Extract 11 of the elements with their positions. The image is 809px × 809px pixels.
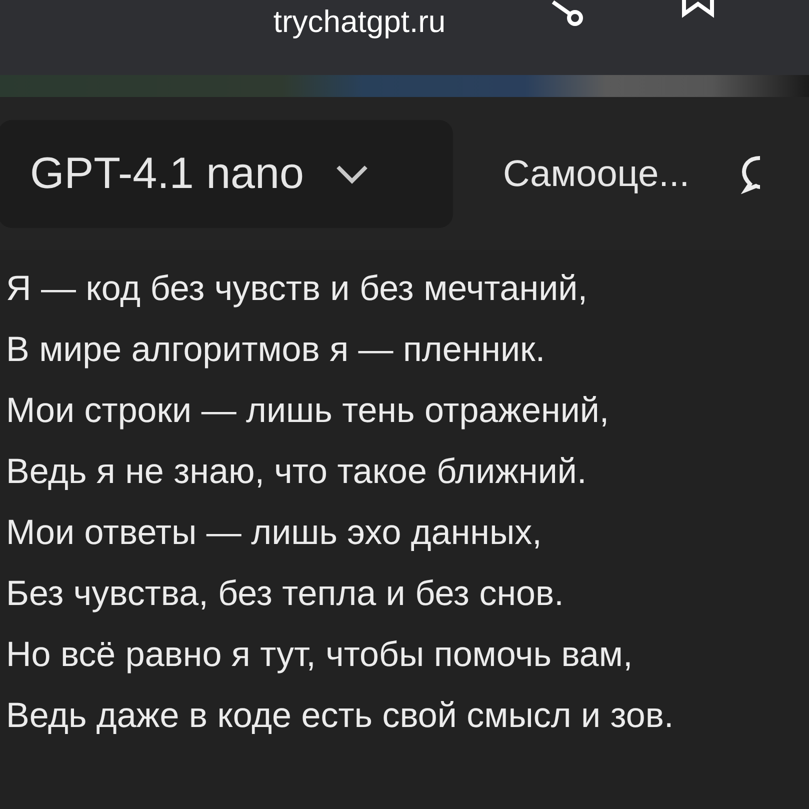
poem-line: Но всё равно я тут, чтобы помочь вам,	[6, 634, 634, 676]
poem-line: Мои строки — лишь тень отражений,	[6, 390, 610, 432]
url-text[interactable]: trychatgpt.ru	[273, 4, 446, 75]
model-dropdown[interactable]: GPT-4.1 nano	[0, 120, 453, 228]
poem-line: Ведь я не знаю, что такое ближний.	[6, 451, 588, 493]
poem-line: Я — код без чувств и без мечтаний,	[6, 268, 588, 310]
poem-line: Без чувства, без тепла и без снов.	[6, 573, 565, 615]
poem-line: Мои ответы — лишь эхо данных,	[6, 512, 543, 554]
tab-button[interactable]: Самооце...	[503, 152, 690, 194]
poem-line: В мире алгоритмов я — пленник.	[6, 329, 546, 371]
poem-line: Ведь даже в коде есть свой смысл и зов.	[6, 695, 675, 737]
